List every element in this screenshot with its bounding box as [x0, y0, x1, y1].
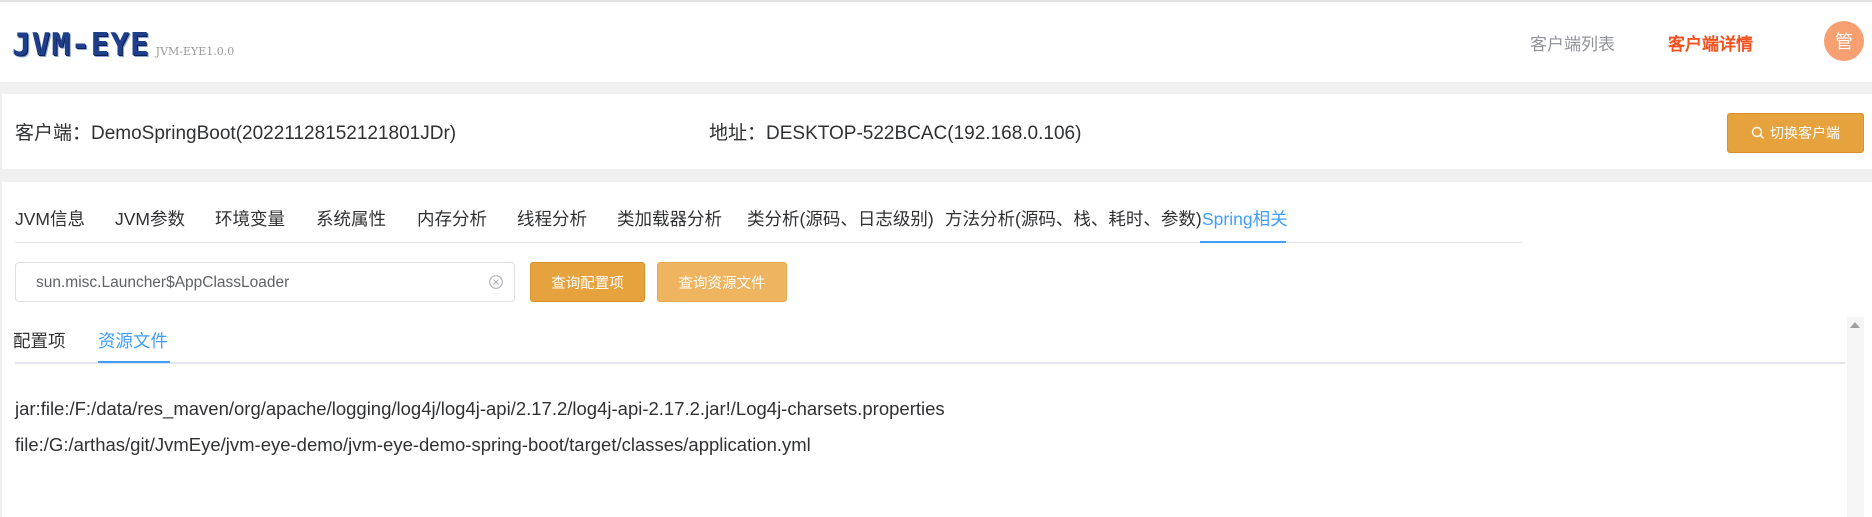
client-address: 地址：DESKTOP-522BCAC(192.168.0.106) — [709, 123, 1082, 144]
tab-bar-divider — [15, 242, 1522, 243]
tab-jvm-params[interactable]: JVM参数 — [115, 206, 185, 231]
query-config-button[interactable]: 查询配置项 — [530, 262, 645, 302]
tab-env-vars[interactable]: 环境变量 — [215, 206, 285, 231]
resource-item: file:/G:/arthas/git/JvmEye/jvm-eye-demo/… — [15, 434, 811, 455]
tab-bar: JVM信息 JVM参数 环境变量 系统属性 内存分析 线程分析 类加载器分析 类… — [2, 182, 1537, 242]
tab-thread-analysis[interactable]: 线程分析 — [517, 206, 587, 231]
avatar[interactable]: 管 — [1824, 21, 1864, 61]
subtab-divider — [15, 362, 1845, 364]
scrollbar[interactable] — [1847, 317, 1864, 517]
query-resource-button[interactable]: 查询资源文件 — [657, 262, 787, 302]
tab-class-analysis[interactable]: 类分析(源码、日志级别) — [747, 206, 934, 231]
tab-memory-analysis[interactable]: 内存分析 — [417, 206, 487, 231]
switch-client-button[interactable]: 切换客户端 — [1727, 113, 1864, 153]
scroll-up-arrow-icon[interactable] — [1850, 322, 1860, 328]
client-info-bar: 客户端：DemoSpringBoot(20221128152121801JDr)… — [2, 94, 1872, 169]
switch-client-label: 切换客户端 — [1770, 125, 1840, 141]
nav-client-detail[interactable]: 客户端详情 — [1668, 30, 1753, 55]
tab-system-props[interactable]: 系统属性 — [316, 206, 386, 231]
logo[interactable]: JVM-EYE JVM-EYE1.0.0 — [12, 22, 234, 62]
subtab-config[interactable]: 配置项 — [13, 328, 66, 353]
client-name: 客户端：DemoSpringBoot(20221128152121801JDr) — [15, 123, 457, 144]
tab-spring[interactable]: Spring相关 — [1202, 206, 1288, 231]
subtab-resources[interactable]: 资源文件 — [98, 328, 168, 353]
main-panel: JVM信息 JVM参数 环境变量 系统属性 内存分析 线程分析 类加载器分析 类… — [2, 182, 1872, 517]
tab-jvm-info[interactable]: JVM信息 — [15, 206, 85, 231]
search-icon — [1751, 126, 1764, 139]
nav-client-list[interactable]: 客户端列表 — [1530, 30, 1615, 55]
clear-icon[interactable] — [488, 274, 504, 290]
classloader-input[interactable] — [16, 263, 498, 303]
tab-method-analysis[interactable]: 方法分析(源码、栈、耗时、参数) — [945, 206, 1202, 231]
resource-item: jar:file:/F:/data/res_maven/org/apache/l… — [15, 398, 945, 419]
active-subtab-indicator — [98, 361, 170, 363]
logo-version: JVM-EYE1.0.0 — [155, 45, 235, 58]
active-tab-indicator — [1200, 241, 1286, 243]
app-header: JVM-EYE JVM-EYE1.0.0 客户端列表 客户端详情 管 — [0, 2, 1872, 82]
tab-classloader-analysis[interactable]: 类加载器分析 — [617, 206, 722, 231]
logo-text: JVM-EYE — [12, 27, 150, 63]
classloader-input-wrapper — [15, 262, 515, 303]
